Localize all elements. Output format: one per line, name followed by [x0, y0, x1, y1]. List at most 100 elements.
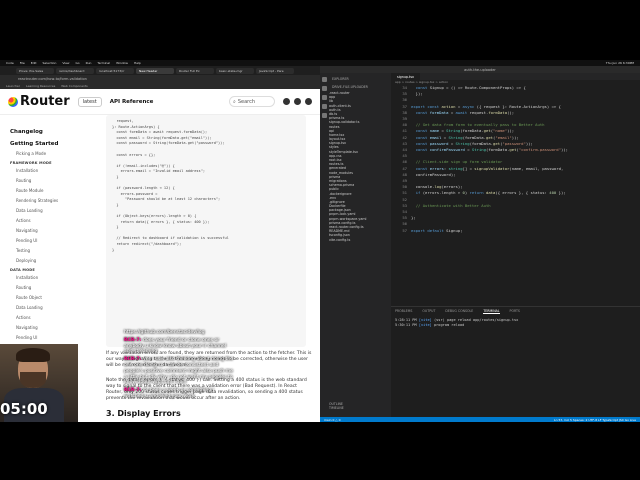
- code-text: });: [411, 91, 423, 97]
- browser-tab[interactable]: Prove: Pre-Sales: [16, 67, 54, 74]
- menu-selection[interactable]: Selection: [43, 61, 57, 65]
- discord-icon[interactable]: [305, 98, 312, 105]
- sidebar-item[interactable]: Data Loading: [16, 305, 90, 310]
- source-control-icon[interactable]: [322, 95, 327, 100]
- header-icons: [283, 98, 320, 105]
- sidebar-item[interactable]: Routing: [16, 285, 90, 290]
- browser-tab-active[interactable]: New Header: [136, 67, 174, 74]
- chat-message: RCR-7: does your friend or clone ones or…: [124, 338, 234, 355]
- bookmark[interactable]: Learning Resources: [26, 84, 55, 88]
- sidebar-item[interactable]: Rendering Strategies: [16, 198, 90, 203]
- code-text: const formData = await request.formData(…: [415, 109, 515, 115]
- menu-help[interactable]: Help: [134, 61, 141, 65]
- site-header: Router latest API Reference ⌕ Search: [0, 89, 320, 115]
- sidebar-getting-started[interactable]: Getting Started: [10, 141, 90, 147]
- sidebar-item[interactable]: Navigating: [16, 325, 90, 330]
- panel-tab[interactable]: PORTS: [510, 309, 520, 314]
- theme-toggle-icon[interactable]: [283, 98, 290, 105]
- api-reference-link[interactable]: API Reference: [110, 99, 154, 105]
- sidebar-item[interactable]: Picking a Mode: [16, 151, 90, 156]
- code-text: // Client-side sign up form validator: [415, 159, 503, 165]
- debug-icon[interactable]: [322, 104, 327, 109]
- sidebar-item[interactable]: Route Module: [16, 188, 90, 193]
- editor-title: auth-the-uploader: [320, 66, 640, 73]
- github-icon[interactable]: [294, 98, 301, 105]
- activity-bar: [320, 73, 329, 422]
- address-bar[interactable]: reactrouter.com/how-to/form-validation: [0, 75, 320, 83]
- editor-tab-signup[interactable]: signup.tsx: [391, 73, 421, 80]
- menu-edit[interactable]: Edit: [31, 61, 37, 65]
- explorer-icon[interactable]: [322, 77, 327, 82]
- browser-tab[interactable]: JavaScript - Pare: [256, 67, 294, 74]
- panel-tab[interactable]: OUTPUT: [422, 309, 435, 314]
- address-url[interactable]: reactrouter.com/how-to/form-validation: [18, 77, 87, 81]
- menu-file[interactable]: File: [20, 61, 25, 65]
- sidebar-item[interactable]: Actions: [16, 315, 90, 320]
- project-name[interactable]: DRIVE-FILE-UPLOADER: [329, 83, 391, 91]
- sidebar-item[interactable]: Installation: [16, 168, 90, 173]
- sidebar-item[interactable]: Deploying: [16, 258, 90, 263]
- section-heading: 3. Display Errors: [106, 409, 181, 418]
- terminal-time: 5:30:11 PM: [395, 323, 419, 327]
- sidebar-item[interactable]: Pending UI: [16, 238, 90, 243]
- panel-tab[interactable]: PROBLEMS: [395, 309, 412, 314]
- bookmark[interactable]: Launcher: [6, 84, 20, 88]
- status-branch[interactable]: main 0 △ 0: [324, 418, 340, 422]
- menu-terminal[interactable]: Terminal: [97, 61, 110, 65]
- panel-tab[interactable]: TERMINAL: [483, 309, 500, 314]
- sidebar-item[interactable]: Testing: [16, 248, 90, 253]
- search-button[interactable]: ⌕ Search: [229, 96, 275, 107]
- code-text: const password = String(formData.get("pa…: [415, 140, 533, 146]
- menu-window[interactable]: Window: [116, 61, 128, 65]
- editor-tabs: signup.tsx: [391, 73, 640, 80]
- timeline-header[interactable]: TIMELINE: [329, 406, 391, 410]
- menu-code[interactable]: Code: [6, 61, 14, 65]
- react-router-logo[interactable]: Router: [8, 94, 70, 109]
- code-text: // Authenticate with Better Auth: [415, 202, 491, 208]
- sidebar-category-framework: FRAMEWORK MODE: [10, 161, 52, 165]
- browser-tab[interactable]: localhost:5173/rr: [96, 67, 134, 74]
- data-items: Installation Routing Route Object Data Load…: [10, 275, 90, 350]
- code-text: export const action = async ({ request }…: [411, 103, 561, 109]
- extensions-icon[interactable]: [322, 113, 327, 118]
- sidebar-item[interactable]: Navigating: [16, 228, 90, 233]
- bookmark[interactable]: Web Components: [61, 84, 87, 88]
- react-router-logo-icon: [8, 96, 18, 107]
- file-tree-item[interactable]: vite.config.ts: [329, 238, 391, 242]
- sidebar-item[interactable]: Route Object: [16, 295, 90, 300]
- sidebar-category-data: DATA MODE: [10, 268, 35, 272]
- code-text: };: [411, 215, 416, 221]
- sidebar-item[interactable]: Actions: [16, 218, 90, 223]
- sidebar-changelog[interactable]: Changelog: [10, 129, 90, 135]
- sidebar-item[interactable]: Pending UI: [16, 335, 90, 340]
- code-text: const errors: string[] = signupValidator…: [415, 165, 564, 171]
- sidebar-item[interactable]: Installation: [16, 275, 90, 280]
- sidebar-item[interactable]: Routing: [16, 178, 90, 183]
- menu-view[interactable]: View: [62, 61, 69, 65]
- streamer-beard: [20, 372, 46, 388]
- browser-tab[interactable]: remix/dashboard: [56, 67, 94, 74]
- menu-go[interactable]: Go: [75, 61, 79, 65]
- code-line[interactable]: 57 export default Signup;: [391, 228, 640, 234]
- terminal-line: 5:30:11 PM [vite] program reload: [395, 323, 636, 328]
- code-text: const Signup = () => Route.ComponentProp…: [415, 85, 526, 90]
- code-editor[interactable]: 34 const Signup = () => Route.ComponentP…: [391, 85, 640, 303]
- code-text: const email = String(formData.get("email…: [415, 134, 519, 140]
- file-tree: .react-router app lib auth-client.ts aut…: [329, 91, 391, 242]
- terminal-tag: [vite]: [418, 318, 434, 322]
- terminal-time: 5:28:11 PM: [395, 318, 419, 322]
- chat-message: https://github.com/benstacidev/log: [124, 330, 234, 336]
- chat-message: RCR-7: yes i was also thinking about doi…: [124, 357, 234, 386]
- panel-tabs: PROBLEMS OUTPUT DEBUG CONSOLE TERMINAL PORTS: [391, 307, 640, 316]
- version-select[interactable]: latest: [77, 96, 102, 107]
- terminal-output[interactable]: 5:28:11 PM [vite] (ssr) page reload app/…: [391, 316, 640, 330]
- terminal-tag: [vite]: [418, 323, 434, 327]
- explorer-header: EXPLORER: [332, 77, 349, 81]
- menu-run[interactable]: Run: [86, 61, 92, 65]
- bottom-panel: PROBLEMS OUTPUT DEBUG CONSOLE TERMINAL PORTS…: [391, 306, 640, 412]
- search-icon[interactable]: [322, 86, 327, 91]
- browser-tab[interactable]: basic-state-mgr: [216, 67, 254, 74]
- sidebar-item[interactable]: Data Loading: [16, 208, 90, 213]
- browser-tab[interactable]: Router Full Ex: [176, 67, 214, 74]
- panel-tab[interactable]: DEBUG CONSOLE: [445, 309, 473, 314]
